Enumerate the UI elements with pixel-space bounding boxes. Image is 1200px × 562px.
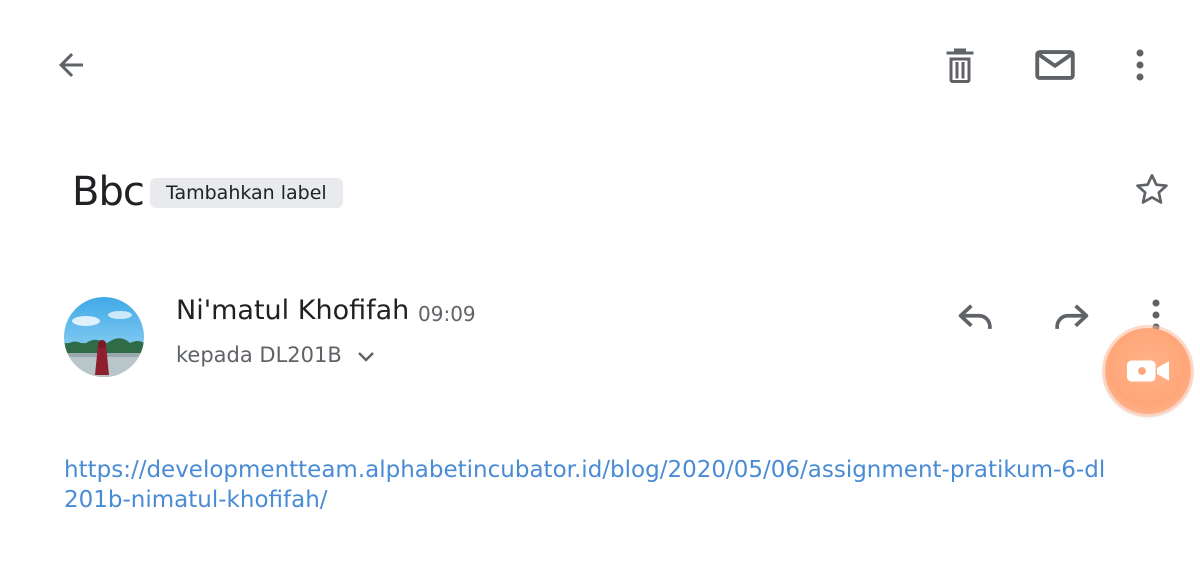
video-call-fab[interactable] [1105, 328, 1191, 414]
sender-name: Ni'matul Khofifah [176, 295, 410, 326]
forward-icon [1055, 304, 1089, 329]
star-button[interactable] [1127, 165, 1177, 215]
recipient-label: kepada DL201B [176, 343, 342, 367]
message-time: 09:09 [418, 302, 476, 326]
email-body-link[interactable]: https://developmentteam.alphabetincubato… [64, 455, 1114, 515]
reply-icon [958, 304, 992, 329]
more-vert-icon [1136, 49, 1144, 81]
arrow-back-icon [59, 53, 83, 77]
email-view-screen: Bbc Tambahkan label Ni'matul Khofifah 09… [0, 0, 1200, 562]
more-options-button[interactable] [1115, 40, 1165, 90]
delete-button[interactable] [935, 40, 985, 90]
email-subject: Bbc [72, 169, 145, 215]
recipient-details-toggle[interactable]: kepada DL201B [176, 340, 376, 370]
sender-avatar[interactable] [64, 297, 144, 377]
trash-icon [946, 48, 974, 83]
more-vert-icon [1152, 299, 1160, 331]
chevron-down-icon [357, 352, 374, 362]
mark-unread-button[interactable] [1030, 40, 1080, 90]
forward-button[interactable] [1046, 290, 1096, 340]
back-button[interactable] [46, 40, 96, 90]
reply-button[interactable] [951, 290, 1001, 340]
mail-icon [1035, 50, 1075, 80]
star-outline-icon [1136, 174, 1168, 204]
avatar-photo [64, 297, 144, 377]
video-camera-icon [1127, 360, 1169, 382]
add-label-chip[interactable]: Tambahkan label [150, 178, 343, 208]
